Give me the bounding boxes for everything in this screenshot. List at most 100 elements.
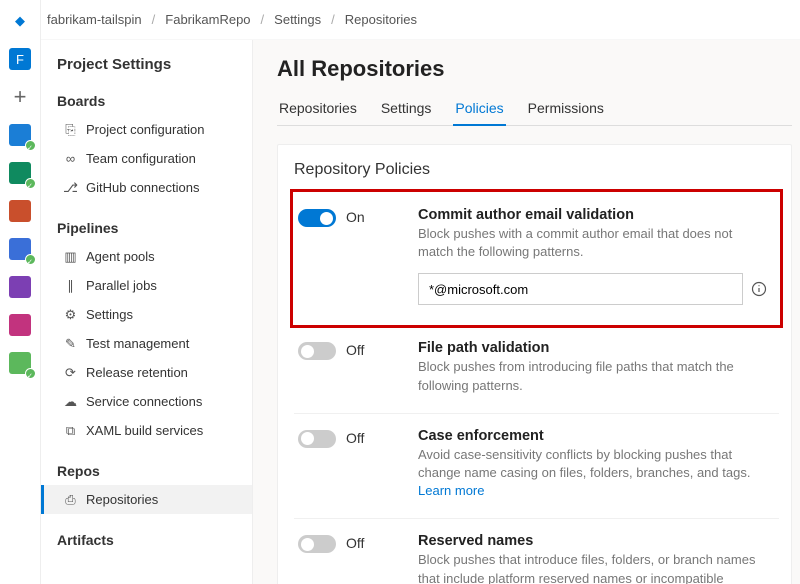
project-avatar[interactable]: F (5, 44, 35, 74)
check-badge (25, 178, 36, 189)
breadcrumb-item[interactable]: Repositories (345, 12, 417, 27)
testplans-icon[interactable] (5, 234, 35, 264)
policy-case-enforcement: Off Case enforcement Avoid case-sensitivit… (294, 414, 779, 520)
settings-group-boards[interactable]: Boards (41, 87, 252, 115)
sidebar-item-label: Project configuration (86, 122, 205, 137)
tab-policies[interactable]: Policies (453, 94, 505, 126)
artifacts-icon-glyph (9, 276, 31, 298)
check-badge (25, 254, 36, 265)
item-icon: ☁ (63, 394, 78, 409)
artifacts-icon[interactable] (5, 272, 35, 302)
sidebar-item-label: Service connections (86, 394, 202, 409)
boards-icon[interactable] (5, 120, 35, 150)
sidebar-item-label: Parallel jobs (86, 278, 157, 293)
sidebar-item-release-retention[interactable]: ⟳ Release retention (41, 358, 252, 387)
item-icon: ⟳ (63, 365, 78, 380)
project-avatar-glyph: F (9, 48, 31, 70)
policy-title: Case enforcement (418, 428, 767, 444)
sidebar-item-settings[interactable]: ⚙ Settings (41, 300, 252, 329)
policy-desc: Avoid case-sensitivity conflicts by bloc… (418, 446, 767, 501)
info-icon[interactable] (751, 281, 767, 297)
toggle-label: On (346, 209, 365, 225)
settings-group-artifacts[interactable]: Artifacts (41, 526, 252, 554)
toggle[interactable] (298, 209, 336, 227)
section-title: Repository Policies (294, 161, 779, 179)
sidebar-item-test-management[interactable]: ✎ Test management (41, 329, 252, 358)
toggle[interactable] (298, 535, 336, 553)
compliance-icon[interactable] (5, 348, 35, 378)
icon-rail: ◆ F + (0, 0, 41, 584)
toggle-knob (320, 212, 333, 225)
page-title: All Repositories (277, 56, 792, 82)
sidebar-item-github-connections[interactable]: ⎇ GitHub connections (41, 173, 252, 202)
breadcrumb-item[interactable]: fabrikam-tailspin (47, 12, 142, 27)
tab-settings[interactable]: Settings (379, 94, 434, 125)
toggle-knob (301, 432, 314, 445)
sidebar-item-agent-pools[interactable]: ▥Agent pools (41, 242, 252, 271)
toggle-knob (301, 345, 314, 358)
item-icon: ⧉ (63, 423, 78, 438)
toggle-label: Off (346, 535, 364, 551)
azure-devops-logo-glyph: ◆ (9, 10, 31, 32)
toggle-label: Off (346, 342, 364, 358)
sidebar-item-label: GitHub connections (86, 180, 199, 195)
sidebar-item-label: Test management (86, 336, 189, 351)
tabs: Repositories Settings Policies Permissions (277, 94, 792, 126)
policy-title: File path validation (418, 340, 767, 356)
breadcrumb: fabrikam-tailspin / FabrikamRepo / Settings /… (41, 0, 800, 40)
check-badge (25, 368, 36, 379)
toggle-label: Off (346, 430, 364, 446)
breadcrumb-sep: / (261, 12, 265, 27)
breadcrumb-sep: / (331, 12, 335, 27)
breadcrumb-item[interactable]: FabrikamRepo (165, 12, 250, 27)
tab-permissions[interactable]: Permissions (526, 94, 606, 125)
policy-desc: Block pushes with a commit author email … (418, 225, 767, 261)
policy-desc: Block pushes that introduce files, folde… (418, 551, 767, 584)
azure-devops-logo[interactable]: ◆ (5, 6, 35, 36)
sidebar-item-label: Repositories (86, 492, 158, 507)
breadcrumb-sep: / (152, 12, 156, 27)
sidebar-item-label: Settings (86, 307, 133, 322)
learn-more-link[interactable]: Learn more (418, 483, 484, 498)
item-icon: ⚙ (63, 307, 78, 322)
item-icon: ✎ (63, 336, 78, 351)
policy-title: Reserved names (418, 533, 767, 549)
settings-group-repos[interactable]: Repos (41, 457, 252, 485)
policy-reserved-names: Off Reserved names Block pushes that intro… (294, 519, 779, 584)
pattern-input[interactable] (418, 273, 743, 305)
main-panel: All Repositories Repositories Settings Pol… (253, 40, 800, 584)
sidebar-item-label: Agent pools (86, 249, 155, 264)
sidebar-item-repositories[interactable]: ⎙Repositories (41, 485, 252, 514)
policy-title: Commit author email validation (418, 207, 767, 223)
sidebar-item-parallel-jobs[interactable]: ∥Parallel jobs (41, 271, 252, 300)
settings-sidebar: Project Settings Boards ⎘ Project configur… (41, 40, 253, 584)
toggle[interactable] (298, 342, 336, 360)
sidebar-item-label: Release retention (86, 365, 188, 380)
dashboards-icon[interactable] (5, 310, 35, 340)
toggle-knob (301, 538, 314, 551)
sidebar-item-project-configuration[interactable]: ⎘ Project configuration (41, 115, 252, 144)
policy-file-path-validation: Off File path validation Block pushes from… (294, 326, 779, 413)
plus-icon: + (14, 84, 27, 110)
sidebar-item-service-connections[interactable]: ☁ Service connections (41, 387, 252, 416)
policy-desc: Block pushes from introducing file paths… (418, 358, 767, 394)
policy-commit-author-email-validation: On Commit author email validation Block pu… (292, 191, 781, 326)
tab-repositories[interactable]: Repositories (277, 94, 359, 125)
sidebar-item-team-configuration[interactable]: ∞ Team configuration (41, 144, 252, 173)
sidebar-item-xaml-build-services[interactable]: ⧉XAML build services (41, 416, 252, 445)
dashboards-icon-glyph (9, 314, 31, 336)
repos-icon[interactable] (5, 158, 35, 188)
item-icon: ⎇ (63, 180, 78, 195)
policies-card: Repository Policies On Commit author emai… (277, 144, 792, 584)
pipelines-icon[interactable] (5, 196, 35, 226)
item-icon: ∞ (63, 151, 78, 166)
check-badge (25, 140, 36, 151)
toggle[interactable] (298, 430, 336, 448)
plus-icon[interactable]: + (5, 82, 35, 112)
breadcrumb-item[interactable]: Settings (274, 12, 321, 27)
item-icon: ⎘ (63, 122, 78, 137)
sidebar-item-label: Team configuration (86, 151, 196, 166)
settings-title: Project Settings (41, 50, 252, 87)
settings-group-pipelines[interactable]: Pipelines (41, 214, 252, 242)
main-column: fabrikam-tailspin / FabrikamRepo / Settings /… (41, 0, 800, 584)
